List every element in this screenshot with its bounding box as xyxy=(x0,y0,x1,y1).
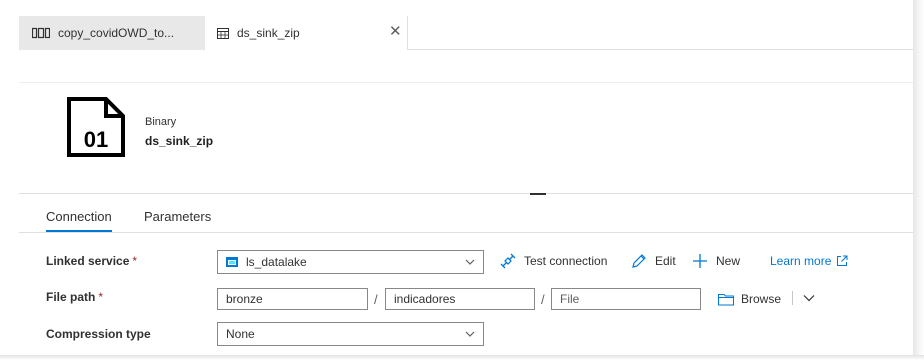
container-input[interactable]: bronze xyxy=(217,288,368,310)
browse-button[interactable]: Browse xyxy=(718,290,781,308)
required-marker: * xyxy=(98,290,104,304)
browse-label: Browse xyxy=(741,292,782,306)
learn-more-label: Learn more xyxy=(770,254,832,268)
editor-tab-bar: copy_covidOWD_to... ds_sink_zip ✕ xyxy=(19,16,913,50)
dataset-name: ds_sink_zip xyxy=(145,134,214,148)
tab-parameters[interactable]: Parameters xyxy=(144,209,211,224)
new-button[interactable]: New xyxy=(692,252,740,270)
file-path-label: File path * xyxy=(46,290,104,304)
linked-service-value: ls_datalake xyxy=(246,255,307,269)
edit-label: Edit xyxy=(655,254,676,268)
chevron-down-icon xyxy=(465,259,475,265)
linked-service-label: Linked service * xyxy=(46,254,138,268)
dataset-table-icon xyxy=(217,27,229,39)
compression-type-label: Compression type xyxy=(46,327,151,341)
divider xyxy=(792,291,793,305)
tab-dataset[interactable]: ds_sink_zip ✕ xyxy=(205,16,408,50)
compression-type-value: None xyxy=(226,327,255,341)
datalake-icon xyxy=(226,257,238,267)
plug-connection-icon xyxy=(500,253,516,269)
dataset-editor: copy_covidOWD_to... ds_sink_zip ✕ 01 Bin… xyxy=(0,0,924,360)
window-edge-shadow xyxy=(0,355,924,360)
test-connection-label: Test connection xyxy=(524,254,608,268)
compression-type-dropdown[interactable]: None xyxy=(217,322,484,346)
panel-splitter[interactable] xyxy=(19,193,913,194)
divider xyxy=(19,232,913,233)
external-link-icon xyxy=(837,255,848,266)
path-separator: / xyxy=(541,292,545,307)
tab-pipeline[interactable]: copy_covidOWD_to... xyxy=(19,16,205,50)
binary-file-icon: 01 xyxy=(67,97,125,157)
linked-service-dropdown[interactable]: ls_datalake xyxy=(217,250,484,274)
tab-dataset-label: ds_sink_zip xyxy=(237,26,300,40)
tab-connection[interactable]: Connection xyxy=(46,209,112,232)
binary-icon-text: 01 xyxy=(84,127,108,152)
new-label: New xyxy=(716,254,741,268)
required-marker: * xyxy=(132,254,138,268)
tab-pipeline-label: copy_covidOWD_to... xyxy=(58,26,175,40)
pipeline-icon xyxy=(32,27,50,39)
window-edge-shadow xyxy=(913,0,924,360)
edit-button[interactable]: Edit xyxy=(631,252,676,270)
folder-icon xyxy=(718,293,734,306)
close-icon[interactable]: ✕ xyxy=(389,24,402,39)
resize-handle[interactable] xyxy=(530,193,546,195)
file-name-input[interactable]: File xyxy=(551,288,701,310)
chevron-down-icon[interactable] xyxy=(803,294,815,302)
pencil-icon xyxy=(632,254,646,268)
chevron-down-icon xyxy=(465,331,475,337)
divider xyxy=(19,82,913,83)
dataset-type: Binary xyxy=(145,116,177,128)
path-separator: / xyxy=(374,292,378,307)
plus-icon xyxy=(693,254,707,268)
learn-more-link[interactable]: Learn more xyxy=(770,254,848,268)
directory-input[interactable]: indicadores xyxy=(385,288,535,310)
test-connection-button[interactable]: Test connection xyxy=(500,252,607,270)
